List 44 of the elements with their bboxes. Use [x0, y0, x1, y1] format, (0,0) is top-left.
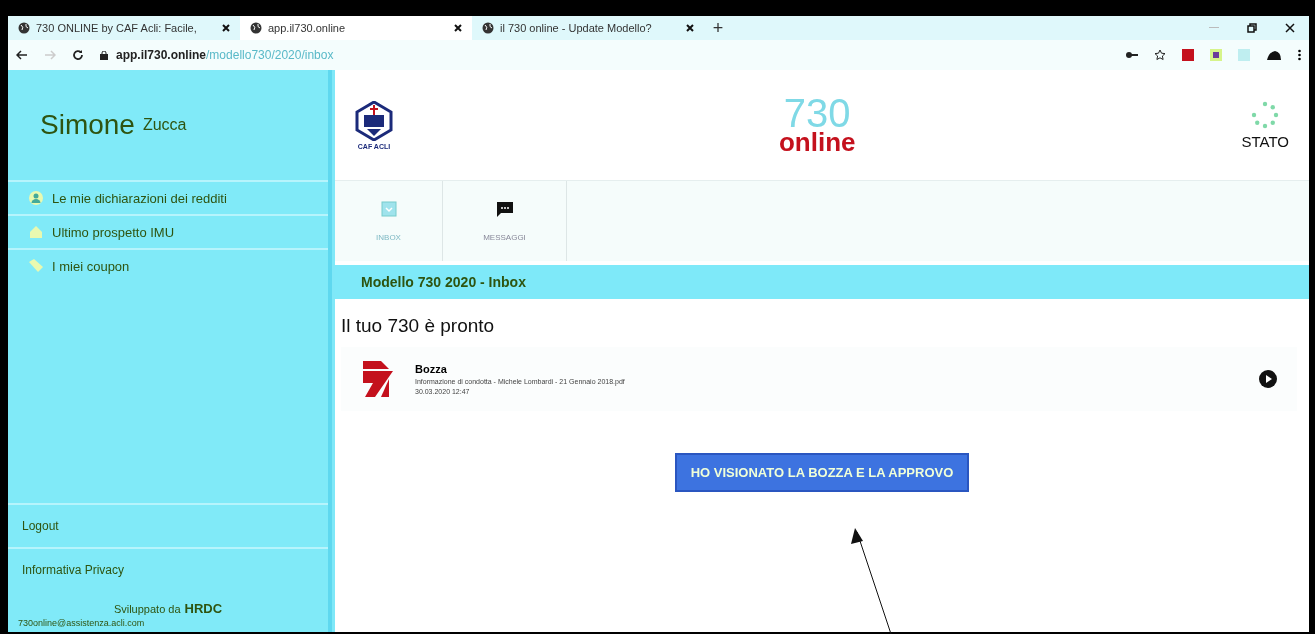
section-title: Modello 730 2020 - Inbox — [361, 274, 526, 290]
user-last-name: Zucca — [142, 116, 187, 134]
back-arrow-icon[interactable] — [16, 50, 28, 60]
page-heading: Il tuo 730 è pronto — [341, 315, 496, 337]
star-icon[interactable] — [1154, 49, 1166, 61]
brand-number: 730 — [783, 95, 851, 132]
document-title: Bozza — [415, 363, 448, 375]
house-icon — [28, 224, 44, 240]
browser-tab[interactable]: il 730 online - Update Modello? — [472, 16, 704, 40]
close-icon[interactable] — [686, 24, 694, 32]
key-icon[interactable] — [1126, 51, 1138, 59]
close-icon[interactable] — [222, 24, 230, 32]
approve-button[interactable]: HO VISIONATO LA BOZZA E LA APPROVO — [674, 453, 970, 492]
play-icon[interactable] — [1259, 370, 1277, 388]
restore-icon[interactable] — [1247, 23, 1257, 33]
sidebar-link[interactable]: Logout — [8, 503, 328, 547]
globe-icon — [18, 22, 30, 34]
emblem-icon — [355, 100, 393, 141]
sidebar-link[interactable]: Informativa Privacy — [8, 547, 328, 591]
credit-text: Sviluppato da HRDC — [113, 603, 223, 615]
footer-email: 730online@assistenza.acli.com — [18, 618, 145, 628]
browser-tab[interactable]: 730 ONLINE by CAF Acli: Facile, — [8, 16, 240, 40]
globe-icon — [250, 22, 262, 34]
nav-tab[interactable]: MESSAGGI — [443, 181, 567, 261]
chat-icon — [495, 200, 514, 217]
extension-icon[interactable] — [1210, 49, 1222, 61]
brand-word: online — [778, 131, 856, 155]
sidebar-item[interactable]: Ultimo prospetto IMU — [8, 214, 328, 248]
sidebar-item[interactable]: Le mie dichiarazioni dei redditi — [8, 180, 328, 214]
url-text: app.il730.online/modello730/2020/inbox — [116, 48, 334, 62]
sidebar-item[interactable]: I miei coupon — [8, 248, 328, 282]
user-first-name: Simone — [40, 109, 135, 141]
inbox-icon — [380, 200, 397, 217]
close-icon[interactable] — [1285, 23, 1295, 33]
person-icon — [28, 190, 44, 206]
reload-icon[interactable] — [72, 49, 84, 61]
tag-icon — [28, 258, 44, 274]
globe-icon — [482, 22, 494, 34]
new-tab-button[interactable]: + — [704, 16, 732, 40]
lock-icon — [100, 50, 108, 60]
close-icon[interactable] — [454, 24, 462, 32]
browser-tab[interactable]: app.il730.online — [240, 16, 472, 40]
menu-icon[interactable] — [1298, 49, 1301, 61]
status-label: STATO — [1241, 132, 1289, 150]
